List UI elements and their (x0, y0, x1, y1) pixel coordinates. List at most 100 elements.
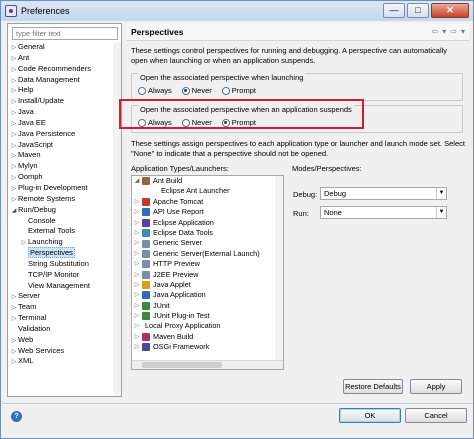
tree-item[interactable]: String Substitution (8, 259, 121, 270)
tree-item[interactable]: ▷ Install/Update (8, 96, 121, 107)
app-type-item[interactable]: ▷ Maven Build (132, 332, 283, 342)
launch-never-radio[interactable]: Never (181, 86, 212, 95)
tree-item[interactable]: View Management (8, 281, 121, 292)
expand-arrow-icon[interactable]: ▷ (132, 207, 142, 217)
apps-vertical-scrollbar[interactable] (275, 176, 283, 361)
tree-item[interactable]: ▷ Terminal (8, 313, 121, 324)
tree-item[interactable]: ▷ XML (8, 356, 121, 367)
tree-item[interactable]: ▷ Maven (8, 150, 121, 161)
scroll-thumb[interactable] (142, 362, 222, 368)
expand-arrow-icon[interactable]: ▷ (132, 259, 142, 269)
tree-item[interactable]: Perspectives (8, 247, 121, 259)
app-type-item[interactable]: ▷ API Use Report (132, 207, 283, 217)
app-type-label: Eclipse Ant Launcher (161, 186, 230, 196)
expand-arrow-icon[interactable]: ▷ (132, 228, 142, 238)
app-type-item[interactable]: ▷ Java Applet (132, 280, 283, 290)
expand-arrow-icon[interactable]: ◢ (132, 176, 142, 186)
app-type-item[interactable]: ▷ Local Proxy Application (132, 321, 283, 331)
tree-item[interactable]: TCP/IP Monitor (8, 270, 121, 281)
tree-item-label: JavaScript (18, 139, 54, 149)
cancel-button[interactable]: Cancel (405, 408, 467, 423)
app-type-item[interactable]: ▷ Eclipse Application (132, 218, 283, 228)
app-type-item[interactable]: ▷ Generic Server(External Launch) (132, 249, 283, 259)
app-type-label: Java Application (153, 290, 206, 300)
tree-item[interactable]: ▷ Team (8, 302, 121, 313)
tree-item[interactable]: ▷ Ant (8, 53, 121, 64)
tree-item[interactable]: Console (8, 216, 121, 227)
app-type-item[interactable]: ◢ Ant Build (132, 176, 283, 186)
tree-item[interactable]: ▷ Code Recommenders (8, 64, 121, 75)
expand-arrow-icon[interactable]: ▷ (132, 238, 142, 248)
app-type-item[interactable]: ▷ Java Application (132, 290, 283, 300)
tree-item-label: Plug-in Development (18, 182, 88, 192)
tree-item[interactable]: ▷ Java (8, 107, 121, 118)
app-type-item[interactable]: ▷ J2EE Preview (132, 270, 283, 280)
expand-arrow-icon[interactable]: ▷ (132, 197, 142, 207)
tree-item-label: Remote Systems (18, 193, 76, 203)
tree-item[interactable]: ▷ Plug-in Development (8, 183, 121, 194)
preferences-tree-panel: ▷General▷Ant▷Code Recommenders▷Data Mana… (7, 23, 122, 397)
app-type-item[interactable]: ▷ HTTP Preview (132, 259, 283, 269)
tree-scrollbar[interactable] (113, 42, 121, 396)
app-type-item[interactable]: ▷ JUnit Plug-in Test (132, 311, 283, 321)
restore-defaults-button[interactable]: Restore Defaults (343, 379, 403, 394)
tree-item[interactable]: ▷ Help (8, 85, 121, 96)
launch-always-radio[interactable]: Always (138, 86, 172, 95)
expand-arrow-icon[interactable]: ▷ (132, 249, 142, 259)
debug-perspective-select[interactable]: Debug ▼ (320, 187, 447, 200)
tree-item[interactable]: ▷ General (8, 42, 121, 53)
run-perspective-select[interactable]: None ▼ (320, 206, 447, 219)
tree-item[interactable]: ▷ Java EE (8, 118, 121, 129)
tree-item[interactable]: ▷ Mylyn (8, 161, 121, 172)
tree-item[interactable]: ▷ Web Services (8, 346, 121, 357)
launch-prompt-radio[interactable]: Prompt (221, 86, 256, 95)
tree-item-label: Web (18, 334, 34, 344)
forward-arrow-icon[interactable]: ⇨ (450, 27, 457, 36)
expand-arrow-icon[interactable]: ▷ (10, 357, 18, 368)
tree-item[interactable]: ◢ Run/Debug (8, 205, 121, 216)
expand-arrow-icon[interactable]: ▷ (132, 332, 142, 342)
expand-arrow-icon[interactable]: ▷ (132, 280, 142, 290)
view-menu-chevron-icon[interactable]: ▾ (461, 27, 465, 36)
tree-item[interactable]: ▷ JavaScript (8, 140, 121, 151)
tree-item[interactable]: ▷ Java Persistence (8, 129, 121, 140)
app-type-item[interactable]: ▷ Generic Server (132, 238, 283, 248)
expand-arrow-icon[interactable]: ▷ (132, 342, 142, 352)
back-menu-chevron-icon[interactable]: ▾ (442, 27, 446, 36)
app-type-label: Ant Build (153, 176, 183, 185)
close-button[interactable]: ✕ (431, 3, 469, 18)
expand-arrow-icon[interactable]: ▷ (132, 270, 142, 280)
tree-item[interactable]: ▷ Web (8, 335, 121, 346)
app-type-item[interactable]: ▷ Eclipse Data Tools (132, 228, 283, 238)
tree-item-label: Data Management (18, 74, 80, 84)
back-arrow-icon[interactable]: ⇦ (432, 27, 439, 36)
app-type-item[interactable]: ▷ Apache Tomcat (132, 197, 283, 207)
maximize-button[interactable]: □ (407, 3, 429, 18)
launching-group: Open the associated perspective when lau… (131, 73, 463, 101)
tree-item[interactable]: ▷ Remote Systems (8, 194, 121, 205)
app-type-item[interactable]: ▷ JUnit (132, 301, 283, 311)
tree-item[interactable]: ▷ Oomph (8, 172, 121, 183)
modes-label: Modes/Perspectives: (292, 164, 362, 173)
tree-item-label: External Tools (28, 226, 75, 236)
minimize-button[interactable]: — (383, 3, 405, 18)
apply-button[interactable]: Apply (410, 379, 462, 394)
tree-item-label: Launching (28, 237, 63, 247)
application-types-list[interactable]: ◢ Ant Build Eclipse Ant Launcher ▷ Apache To… (131, 175, 284, 370)
app-type-item[interactable]: ▷ OSGi Framework (132, 342, 283, 352)
filter-input[interactable] (12, 27, 118, 40)
app-type-item[interactable]: Eclipse Ant Launcher (132, 186, 283, 196)
tree-item[interactable]: Validation (8, 324, 121, 335)
expand-arrow-icon[interactable]: ▷ (132, 311, 142, 321)
ok-button[interactable]: OK (339, 408, 401, 423)
expand-arrow-icon[interactable]: ▷ (132, 218, 142, 228)
highlight-box (119, 99, 364, 129)
expand-arrow-icon[interactable]: ▷ (132, 321, 142, 331)
tree-item[interactable]: ▷ Data Management (8, 75, 121, 86)
tree-item[interactable]: External Tools (8, 226, 121, 237)
apps-horizontal-scrollbar[interactable] (132, 360, 283, 369)
tree-item[interactable]: ▷ Server (8, 291, 121, 302)
help-icon[interactable]: ? (11, 411, 22, 422)
expand-arrow-icon[interactable]: ▷ (132, 290, 142, 300)
expand-arrow-icon[interactable]: ▷ (132, 301, 142, 311)
